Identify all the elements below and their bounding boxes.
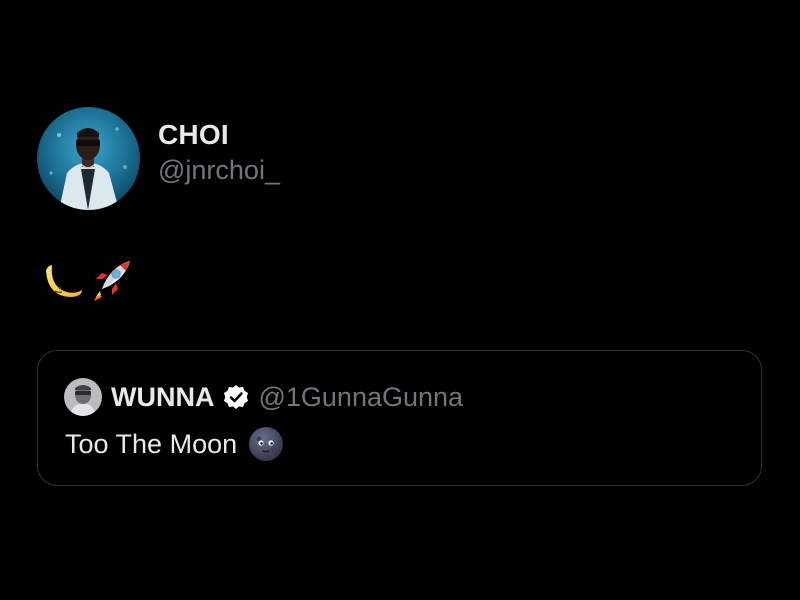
quoted-author-avatar-image (64, 378, 102, 416)
quoted-tweet-header: WUNNA @1GunnaGunna (64, 378, 463, 416)
crescent-moon-emoji (38, 257, 84, 303)
author-handle[interactable]: @jnrchoi_ (158, 152, 280, 188)
quoted-tweet-card[interactable]: WUNNA @1GunnaGunna Too The Moon (37, 350, 762, 486)
quoted-author-display-name[interactable]: WUNNA (111, 382, 214, 413)
quoted-tweet-body: Too The Moon (65, 425, 284, 463)
verified-badge-icon (222, 383, 250, 411)
author-display-name[interactable]: CHOI (158, 118, 280, 152)
tweet: CHOI @jnrchoi_ WUNNA @1GunnaGunna Too Th… (0, 0, 800, 600)
quoted-author-handle[interactable]: @1GunnaGunna (258, 382, 463, 413)
tweet-body (38, 256, 134, 304)
tweet-author: CHOI @jnrchoi_ (37, 107, 280, 210)
author-names: CHOI @jnrchoi_ (158, 118, 280, 188)
quoted-author-avatar[interactable] (64, 378, 102, 416)
rocket-emoji (88, 257, 134, 303)
author-avatar[interactable] (37, 107, 140, 210)
quoted-tweet-text: Too The Moon (65, 428, 238, 459)
new-moon-face-emoji (248, 426, 284, 462)
author-avatar-image (37, 107, 140, 210)
